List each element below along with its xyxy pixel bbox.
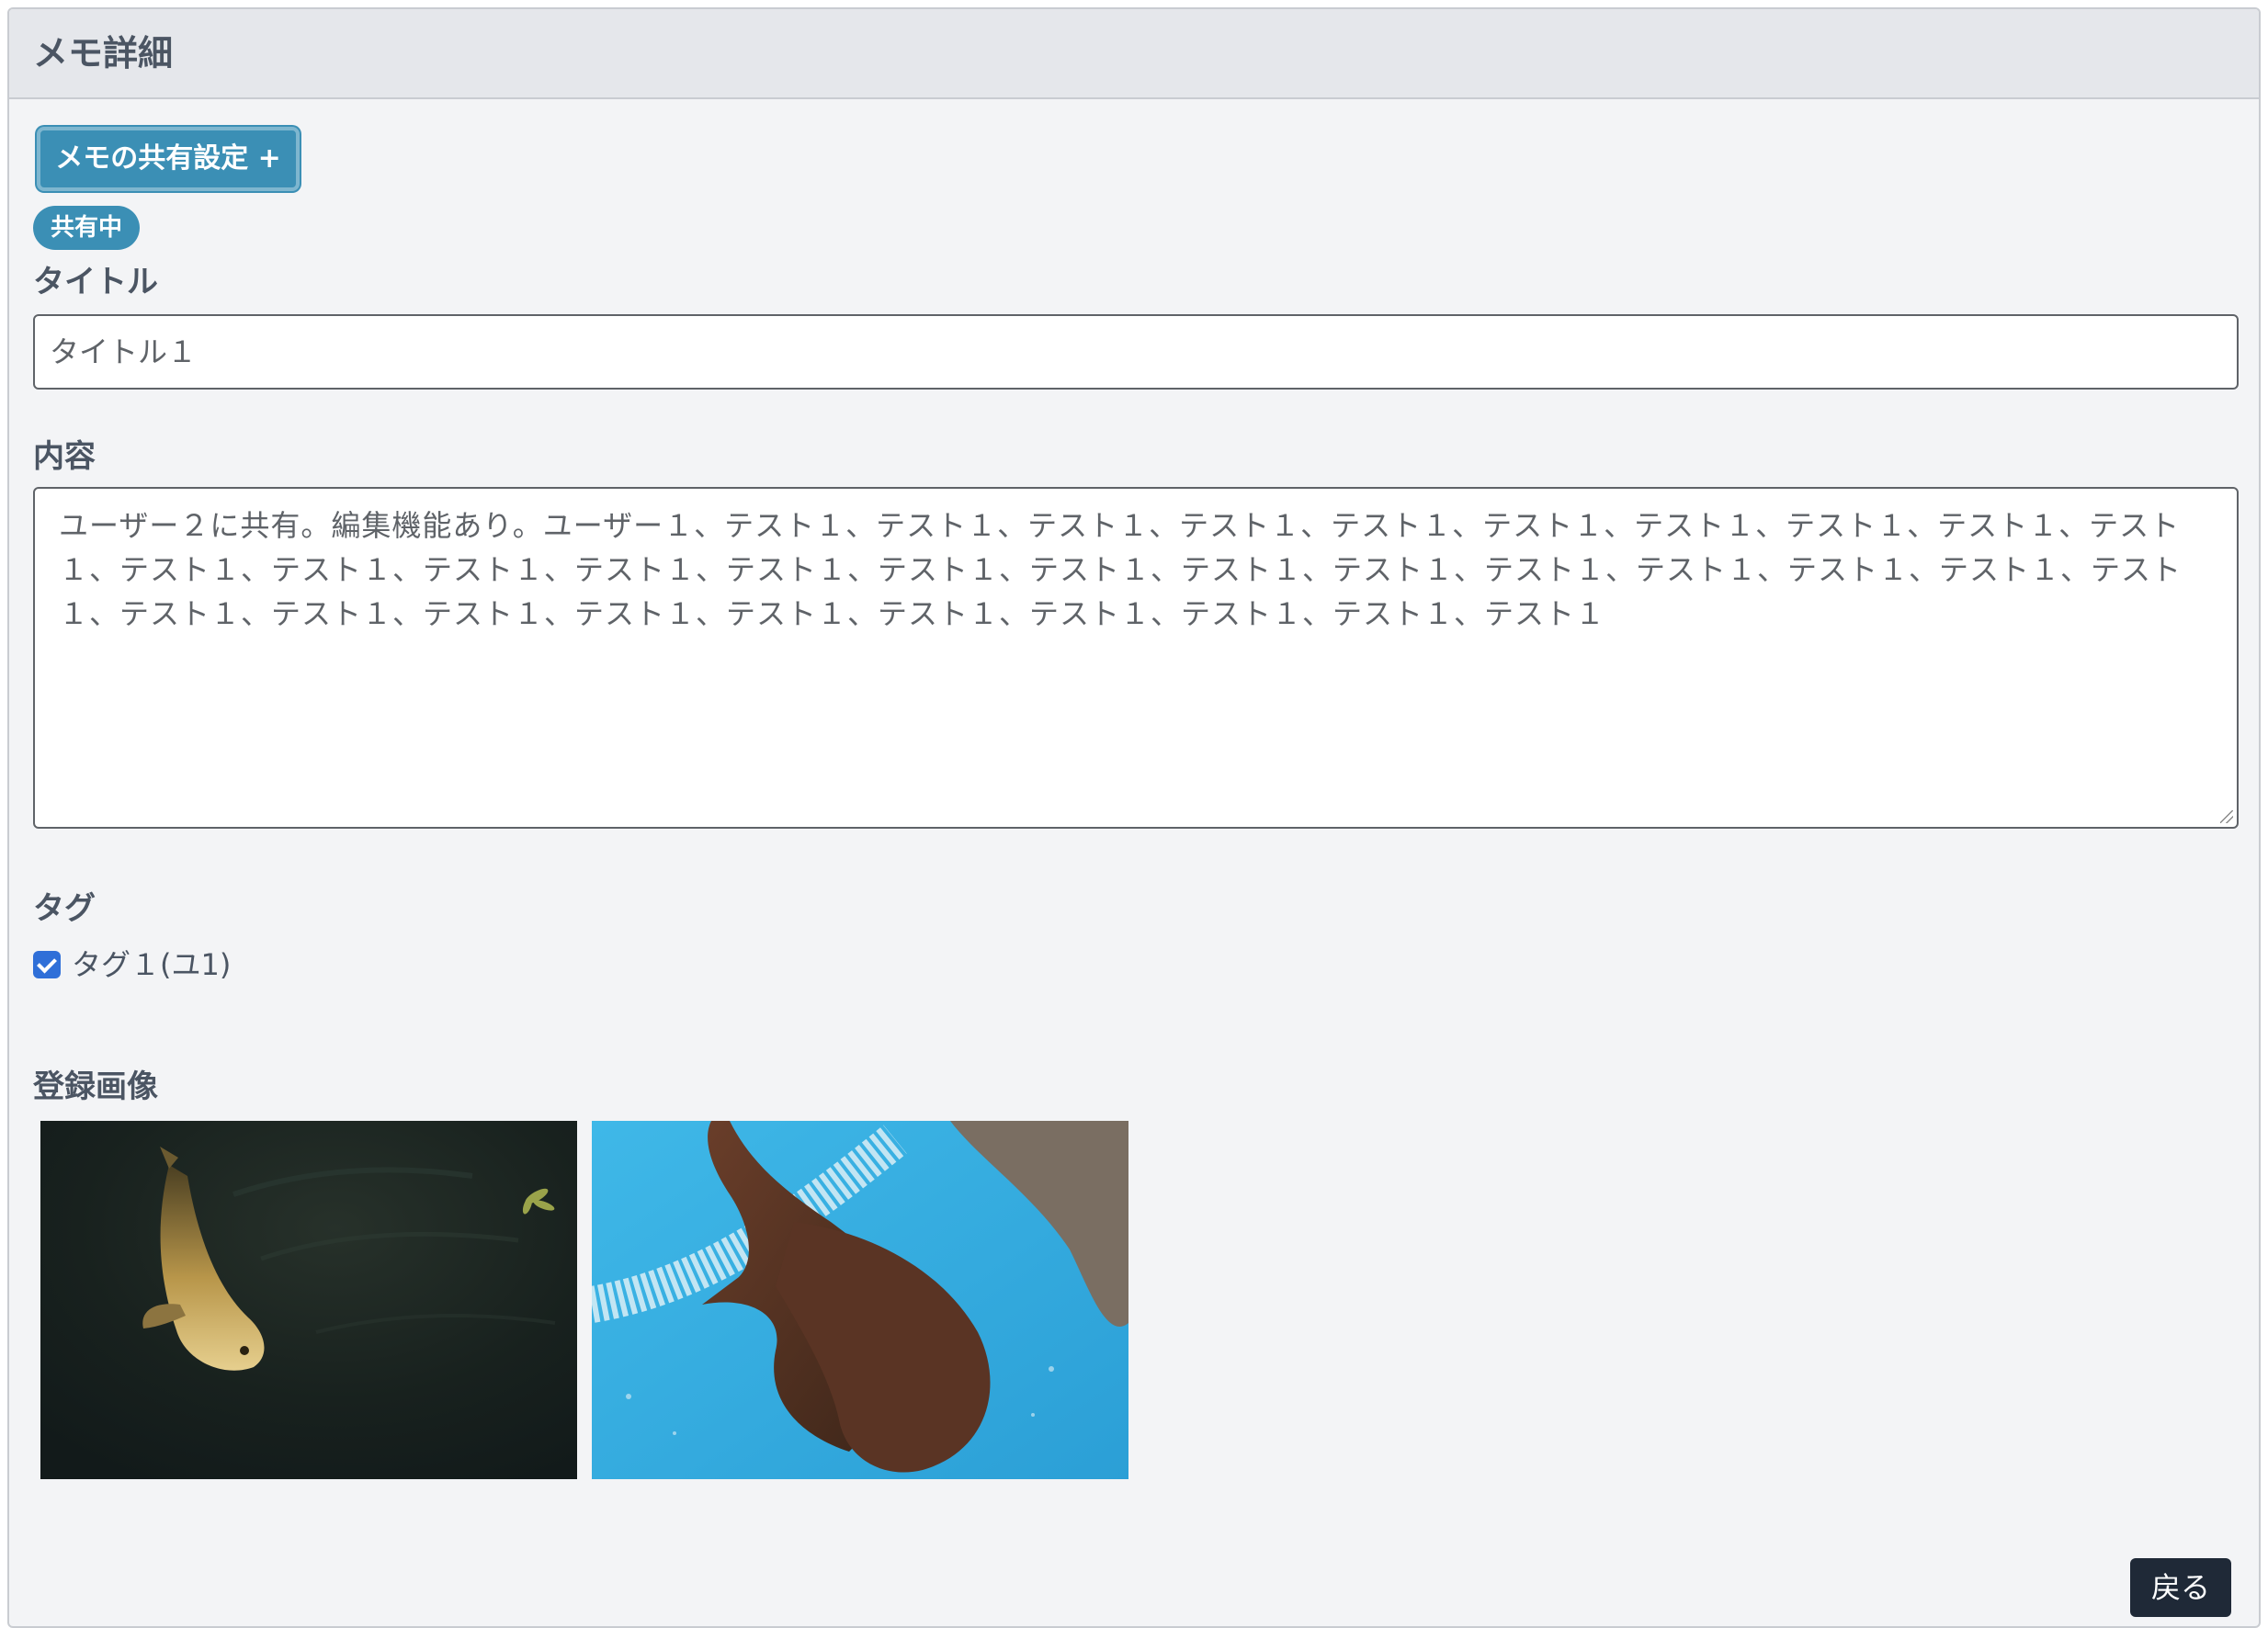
card-header: メモ詳細 xyxy=(9,9,2259,99)
resize-handle-icon[interactable] xyxy=(2220,810,2233,823)
status-badge: 共有中 xyxy=(33,206,140,250)
page-title: メモ詳細 xyxy=(33,33,174,73)
content-textarea[interactable]: ユーザー２に共有。編集機能あり。ユーザー１、テスト１、テスト１、テスト１、テスト… xyxy=(33,487,2239,829)
share-settings-button[interactable]: メモの共有設定 + xyxy=(37,127,300,191)
tag-label: タグ１(ユ1) xyxy=(72,947,232,982)
salamander-photo[interactable] xyxy=(592,1121,1128,1479)
memo-detail-card: メモ詳細 メモの共有設定 + 共有中 タイトル タイトル１ 内容 ユーザー２に共… xyxy=(7,7,2261,1628)
tags-label: タグ xyxy=(33,890,96,927)
tag-item[interactable]: タグ１(ユ1) xyxy=(33,944,231,985)
tag-checkbox[interactable] xyxy=(33,951,61,978)
title-input[interactable]: タイトル１ xyxy=(33,314,2239,390)
content-label: 内容 xyxy=(33,438,96,475)
koi-fish-image xyxy=(40,1121,577,1479)
salamander-image xyxy=(592,1121,1128,1479)
back-button[interactable]: 戻る xyxy=(2130,1558,2231,1617)
images-label: 登録画像 xyxy=(33,1068,158,1105)
content-text: ユーザー２に共有。編集機能あり。ユーザー１、テスト１、テスト１、テスト１、テスト… xyxy=(59,508,2183,631)
title-label: タイトル xyxy=(33,264,158,300)
koi-fish-photo[interactable] xyxy=(40,1121,577,1479)
